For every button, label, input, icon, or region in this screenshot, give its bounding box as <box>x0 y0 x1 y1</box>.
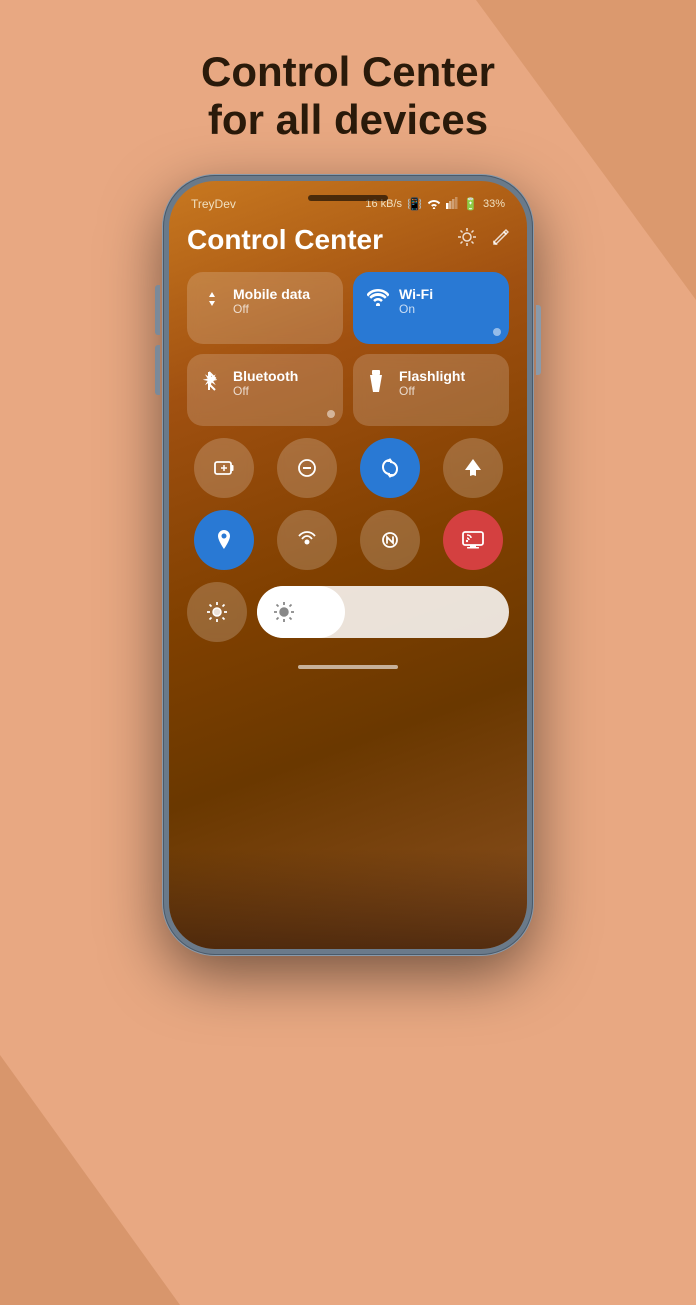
dnd-button[interactable] <box>277 438 337 498</box>
phone-frame: TreyDev 16 kB/s 📳 <box>163 175 533 955</box>
svg-text:✷: ✷ <box>202 370 217 392</box>
battery-icon: 🔋 <box>463 197 478 211</box>
home-indicator <box>187 656 509 674</box>
headline-line2: for all devices <box>208 96 488 143</box>
brightness-button[interactable] <box>187 582 247 642</box>
wifi-label: Wi-Fi <box>399 286 433 302</box>
cc-header-actions <box>457 227 509 252</box>
mobile-data-tile[interactable]: Mobile data Off <box>187 272 343 344</box>
flashlight-icon <box>367 370 389 398</box>
cast-button[interactable] <box>443 510 503 570</box>
brightness-slider[interactable] <box>257 586 509 638</box>
flashlight-tile[interactable]: Flashlight Off <box>353 354 509 426</box>
rotate-button[interactable] <box>360 438 420 498</box>
location-button[interactable] <box>194 510 254 570</box>
mobile-data-icon <box>201 288 223 316</box>
phone-bottom-blur <box>169 849 527 949</box>
brightness-fill <box>257 586 345 638</box>
edit-icon[interactable] <box>491 228 509 251</box>
volume-up-button[interactable] <box>155 285 160 335</box>
headline-line1: Control Center <box>201 48 495 95</box>
bluetooth-tile[interactable]: ✷ Bluetooth Off <box>187 354 343 426</box>
signal-icon <box>446 197 458 212</box>
phone-screen: TreyDev 16 kB/s 📳 <box>169 181 527 949</box>
wifi-status-icon <box>427 197 441 212</box>
flashlight-label: Flashlight <box>399 368 465 384</box>
flashlight-status: Off <box>399 384 465 398</box>
nfc-button[interactable] <box>360 510 420 570</box>
wifi-tile[interactable]: Wi-Fi On <box>353 272 509 344</box>
cc-title: Control Center <box>187 224 383 256</box>
volume-down-button[interactable] <box>155 345 160 395</box>
airplane-button[interactable] <box>443 438 503 498</box>
quick-tiles-grid: Mobile data Off <box>187 272 509 426</box>
home-bar <box>298 665 398 669</box>
brightness-icon-header[interactable] <box>457 227 477 252</box>
speaker-grille <box>308 195 388 201</box>
wifi-tile-icon <box>367 288 389 312</box>
bluetooth-icon: ✷ <box>201 370 223 398</box>
headline: Control Center for all devices <box>0 0 696 175</box>
wifi-corner-dot <box>493 328 501 336</box>
round-buttons-row2 <box>187 510 509 570</box>
bluetooth-label: Bluetooth <box>233 368 298 384</box>
wifi-status: On <box>399 302 433 316</box>
power-button[interactable] <box>536 305 541 375</box>
round-buttons-row1 <box>187 438 509 498</box>
hotspot-button[interactable] <box>277 510 337 570</box>
phone-wrapper: TreyDev 16 kB/s 📳 <box>0 175 696 955</box>
control-center-panel: Control Center <box>169 216 527 694</box>
bg-decoration-2 <box>0 1055 180 1305</box>
mobile-data-label: Mobile data <box>233 286 310 302</box>
mobile-data-status: Off <box>233 302 310 316</box>
cc-header: Control Center <box>187 224 509 256</box>
carrier-label: TreyDev <box>191 197 236 211</box>
battery-saver-button[interactable] <box>194 438 254 498</box>
bluetooth-status: Off <box>233 384 298 398</box>
bluetooth-corner-dot <box>327 410 335 418</box>
battery-percent: 33% <box>483 198 505 210</box>
brightness-row <box>187 582 509 642</box>
vibrate-icon: 📳 <box>407 197 422 211</box>
